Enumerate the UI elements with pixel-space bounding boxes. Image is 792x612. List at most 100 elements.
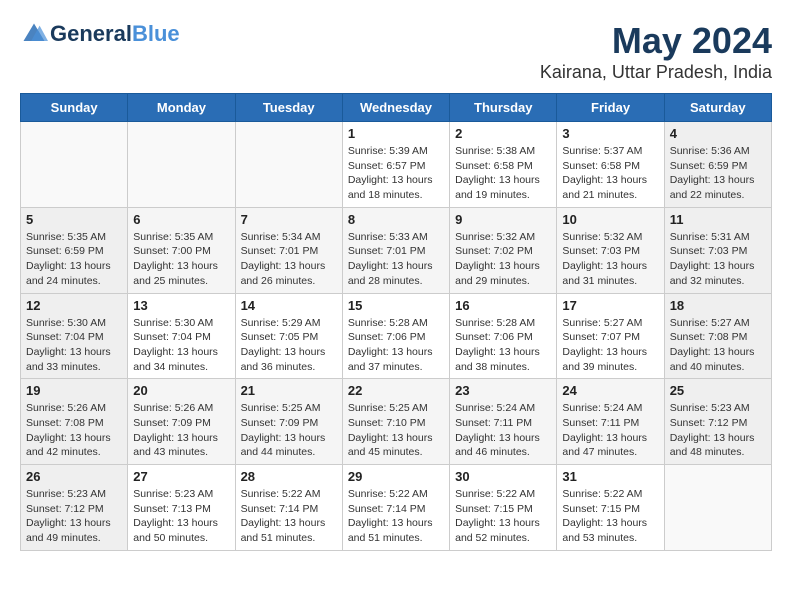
day-number: 15	[348, 298, 444, 313]
day-info: Sunrise: 5:37 AMSunset: 6:58 PMDaylight:…	[562, 144, 658, 203]
calendar-cell: 9 Sunrise: 5:32 AMSunset: 7:02 PMDaylight…	[450, 207, 557, 293]
day-number: 9	[455, 212, 551, 227]
day-info: Sunrise: 5:27 AMSunset: 7:07 PMDaylight:…	[562, 316, 658, 375]
weekday-header-sunday: Sunday	[21, 94, 128, 122]
calendar-cell: 27 Sunrise: 5:23 AMSunset: 7:13 PMDayligh…	[128, 465, 235, 551]
day-info: Sunrise: 5:34 AMSunset: 7:01 PMDaylight:…	[241, 230, 337, 289]
calendar-cell	[664, 465, 771, 551]
calendar-cell: 7 Sunrise: 5:34 AMSunset: 7:01 PMDaylight…	[235, 207, 342, 293]
day-number: 31	[562, 469, 658, 484]
calendar-cell: 21 Sunrise: 5:25 AMSunset: 7:09 PMDayligh…	[235, 379, 342, 465]
day-info: Sunrise: 5:23 AMSunset: 7:12 PMDaylight:…	[670, 401, 766, 460]
day-number: 6	[133, 212, 229, 227]
day-info: Sunrise: 5:22 AMSunset: 7:15 PMDaylight:…	[455, 487, 551, 546]
calendar-week-4: 19Sunrise: 5:26 AMSunset: 7:08 PMDayligh…	[21, 379, 772, 465]
page-title: May 2024	[540, 20, 772, 62]
calendar-cell: 10 Sunrise: 5:32 AMSunset: 7:03 PMDayligh…	[557, 207, 664, 293]
calendar-cell	[235, 122, 342, 208]
day-info: Sunrise: 5:28 AMSunset: 7:06 PMDaylight:…	[348, 316, 444, 375]
weekday-header-thursday: Thursday	[450, 94, 557, 122]
day-info: Sunrise: 5:22 AMSunset: 7:15 PMDaylight:…	[562, 487, 658, 546]
day-info: Sunrise: 5:38 AMSunset: 6:58 PMDaylight:…	[455, 144, 551, 203]
calendar-cell: 26Sunrise: 5:23 AMSunset: 7:12 PMDayligh…	[21, 465, 128, 551]
logo-icon	[20, 20, 48, 48]
calendar-cell: 3Sunrise: 5:37 AMSunset: 6:58 PMDaylight…	[557, 122, 664, 208]
day-number: 28	[241, 469, 337, 484]
day-info: Sunrise: 5:31 AMSunset: 7:03 PMDaylight:…	[670, 230, 766, 289]
calendar-cell	[128, 122, 235, 208]
calendar-cell	[21, 122, 128, 208]
logo: GeneralBlue	[20, 20, 180, 48]
day-info: Sunrise: 5:33 AMSunset: 7:01 PMDaylight:…	[348, 230, 444, 289]
calendar-week-2: 5 Sunrise: 5:35 AMSunset: 6:59 PMDaylight…	[21, 207, 772, 293]
day-info: Sunrise: 5:28 AMSunset: 7:06 PMDaylight:…	[455, 316, 551, 375]
page-subtitle: Kairana, Uttar Pradesh, India	[540, 62, 772, 83]
day-number: 22	[348, 383, 444, 398]
calendar-cell: 17 Sunrise: 5:27 AMSunset: 7:07 PMDayligh…	[557, 293, 664, 379]
day-number: 7	[241, 212, 337, 227]
title-block: May 2024 Kairana, Uttar Pradesh, India	[540, 20, 772, 83]
calendar-cell: 2 Sunrise: 5:38 AMSunset: 6:58 PMDaylight…	[450, 122, 557, 208]
day-number: 27	[133, 469, 229, 484]
day-number: 16	[455, 298, 551, 313]
day-info: Sunrise: 5:30 AMSunset: 7:04 PMDaylight:…	[133, 316, 229, 375]
day-number: 25	[670, 383, 766, 398]
day-info: Sunrise: 5:24 AMSunset: 7:11 PMDaylight:…	[562, 401, 658, 460]
weekday-header-tuesday: Tuesday	[235, 94, 342, 122]
day-info: Sunrise: 5:29 AMSunset: 7:05 PMDaylight:…	[241, 316, 337, 375]
logo-text: GeneralBlue	[50, 22, 180, 46]
calendar-cell: 16 Sunrise: 5:28 AMSunset: 7:06 PMDayligh…	[450, 293, 557, 379]
day-number: 2	[455, 126, 551, 141]
day-number: 11	[670, 212, 766, 227]
calendar-cell: 5 Sunrise: 5:35 AMSunset: 6:59 PMDaylight…	[21, 207, 128, 293]
calendar-cell: 29Sunrise: 5:22 AMSunset: 7:14 PMDayligh…	[342, 465, 449, 551]
day-info: Sunrise: 5:22 AMSunset: 7:14 PMDaylight:…	[348, 487, 444, 546]
day-number: 8	[348, 212, 444, 227]
day-info: Sunrise: 5:25 AMSunset: 7:09 PMDaylight:…	[241, 401, 337, 460]
day-info: Sunrise: 5:35 AMSunset: 6:59 PMDaylight:…	[26, 230, 122, 289]
day-info: Sunrise: 5:22 AMSunset: 7:14 PMDaylight:…	[241, 487, 337, 546]
day-number: 10	[562, 212, 658, 227]
day-number: 20	[133, 383, 229, 398]
day-info: Sunrise: 5:35 AMSunset: 7:00 PMDaylight:…	[133, 230, 229, 289]
day-number: 1	[348, 126, 444, 141]
day-info: Sunrise: 5:32 AMSunset: 7:02 PMDaylight:…	[455, 230, 551, 289]
weekday-header-saturday: Saturday	[664, 94, 771, 122]
day-info: Sunrise: 5:24 AMSunset: 7:11 PMDaylight:…	[455, 401, 551, 460]
day-number: 13	[133, 298, 229, 313]
calendar-cell: 23 Sunrise: 5:24 AMSunset: 7:11 PMDayligh…	[450, 379, 557, 465]
calendar-cell: 14 Sunrise: 5:29 AMSunset: 7:05 PMDayligh…	[235, 293, 342, 379]
day-info: Sunrise: 5:32 AMSunset: 7:03 PMDaylight:…	[562, 230, 658, 289]
calendar-cell: 6 Sunrise: 5:35 AMSunset: 7:00 PMDaylight…	[128, 207, 235, 293]
calendar-cell: 13 Sunrise: 5:30 AMSunset: 7:04 PMDayligh…	[128, 293, 235, 379]
page-header: GeneralBlue May 2024 Kairana, Uttar Prad…	[20, 20, 772, 83]
calendar-cell: 12Sunrise: 5:30 AMSunset: 7:04 PMDayligh…	[21, 293, 128, 379]
day-number: 21	[241, 383, 337, 398]
weekday-header-wednesday: Wednesday	[342, 94, 449, 122]
day-info: Sunrise: 5:30 AMSunset: 7:04 PMDaylight:…	[26, 316, 122, 375]
day-number: 5	[26, 212, 122, 227]
day-number: 23	[455, 383, 551, 398]
calendar-cell: 1Sunrise: 5:39 AMSunset: 6:57 PMDaylight…	[342, 122, 449, 208]
calendar-table: SundayMondayTuesdayWednesdayThursdayFrid…	[20, 93, 772, 551]
day-number: 30	[455, 469, 551, 484]
calendar-cell: 4Sunrise: 5:36 AMSunset: 6:59 PMDaylight…	[664, 122, 771, 208]
calendar-week-1: 1Sunrise: 5:39 AMSunset: 6:57 PMDaylight…	[21, 122, 772, 208]
calendar-cell: 11 Sunrise: 5:31 AMSunset: 7:03 PMDayligh…	[664, 207, 771, 293]
calendar-week-5: 26Sunrise: 5:23 AMSunset: 7:12 PMDayligh…	[21, 465, 772, 551]
day-number: 18	[670, 298, 766, 313]
calendar-cell: 24Sunrise: 5:24 AMSunset: 7:11 PMDayligh…	[557, 379, 664, 465]
weekday-header-monday: Monday	[128, 94, 235, 122]
day-info: Sunrise: 5:23 AMSunset: 7:12 PMDaylight:…	[26, 487, 122, 546]
day-number: 4	[670, 126, 766, 141]
day-number: 14	[241, 298, 337, 313]
day-number: 17	[562, 298, 658, 313]
day-info: Sunrise: 5:27 AMSunset: 7:08 PMDaylight:…	[670, 316, 766, 375]
calendar-cell: 19Sunrise: 5:26 AMSunset: 7:08 PMDayligh…	[21, 379, 128, 465]
calendar-cell: 8 Sunrise: 5:33 AMSunset: 7:01 PMDaylight…	[342, 207, 449, 293]
calendar-cell: 18 Sunrise: 5:27 AMSunset: 7:08 PMDayligh…	[664, 293, 771, 379]
calendar-cell: 28 Sunrise: 5:22 AMSunset: 7:14 PMDayligh…	[235, 465, 342, 551]
day-info: Sunrise: 5:26 AMSunset: 7:09 PMDaylight:…	[133, 401, 229, 460]
day-info: Sunrise: 5:23 AMSunset: 7:13 PMDaylight:…	[133, 487, 229, 546]
calendar-cell: 25 Sunrise: 5:23 AMSunset: 7:12 PMDayligh…	[664, 379, 771, 465]
